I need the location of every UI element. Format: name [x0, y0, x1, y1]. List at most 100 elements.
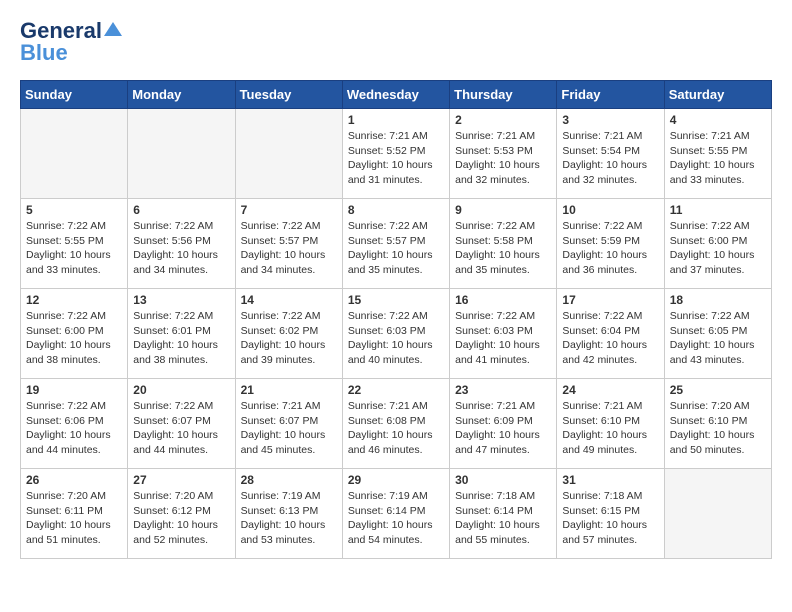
day-number: 1 — [348, 113, 444, 127]
day-info: Sunrise: 7:22 AMSunset: 5:59 PMDaylight:… — [562, 219, 658, 278]
calendar-cell: 1Sunrise: 7:21 AMSunset: 5:52 PMDaylight… — [342, 109, 449, 199]
day-number: 26 — [26, 473, 122, 487]
calendar-cell: 3 Sunrise: 7:21 AMSunset: 5:54 PMDaylight… — [557, 109, 664, 199]
day-info: Sunrise: 7:22 AMSunset: 5:56 PMDaylight:… — [133, 219, 229, 278]
day-info: Sunrise: 7:22 AMSunset: 5:57 PMDaylight:… — [241, 219, 337, 278]
day-info: Sunrise: 7:22 AMSunset: 6:00 PMDaylight:… — [26, 309, 122, 368]
day-number: 12 — [26, 293, 122, 307]
day-info: Sunrise: 7:22 AMSunset: 6:04 PMDaylight:… — [562, 309, 658, 368]
day-info: Sunrise: 7:20 AMSunset: 6:12 PMDaylight:… — [133, 489, 229, 548]
day-number: 13 — [133, 293, 229, 307]
day-number: 4 — [670, 113, 766, 127]
day-number: 16 — [455, 293, 551, 307]
header-saturday: Saturday — [664, 81, 771, 109]
calendar-table: SundayMondayTuesdayWednesdayThursdayFrid… — [20, 80, 772, 559]
day-info: Sunrise: 7:20 AMSunset: 6:10 PMDaylight:… — [670, 399, 766, 458]
day-info: Sunrise: 7:22 AMSunset: 5:58 PMDaylight:… — [455, 219, 551, 278]
day-info: Sunrise: 7:22 AMSunset: 6:02 PMDaylight:… — [241, 309, 337, 368]
day-number: 5 — [26, 203, 122, 217]
day-info: Sunrise: 7:21 AMSunset: 5:53 PMDaylight:… — [455, 129, 551, 188]
calendar-cell: 30 Sunrise: 7:18 AMSunset: 6:14 PMDayligh… — [450, 469, 557, 559]
day-info: Sunrise: 7:22 AMSunset: 5:55 PMDaylight:… — [26, 219, 122, 278]
day-number: 20 — [133, 383, 229, 397]
day-info: Sunrise: 7:18 AMSunset: 6:15 PMDaylight:… — [562, 489, 658, 548]
day-info: Sunrise: 7:21 AMSunset: 6:08 PMDaylight:… — [348, 399, 444, 458]
calendar-cell: 21 Sunrise: 7:21 AMSunset: 6:07 PMDayligh… — [235, 379, 342, 469]
day-number: 15 — [348, 293, 444, 307]
calendar-cell — [664, 469, 771, 559]
day-info: Sunrise: 7:22 AMSunset: 6:01 PMDaylight:… — [133, 309, 229, 368]
calendar-cell: 18 Sunrise: 7:22 AMSunset: 6:05 PMDayligh… — [664, 289, 771, 379]
calendar-cell — [21, 109, 128, 199]
header-tuesday: Tuesday — [235, 81, 342, 109]
header-sunday: Sunday — [21, 81, 128, 109]
calendar-cell: 28 Sunrise: 7:19 AMSunset: 6:13 PMDayligh… — [235, 469, 342, 559]
day-info: Sunrise: 7:18 AMSunset: 6:14 PMDaylight:… — [455, 489, 551, 548]
page-header: General Blue — [20, 20, 772, 64]
calendar-cell: 17 Sunrise: 7:22 AMSunset: 6:04 PMDayligh… — [557, 289, 664, 379]
week-row-3: 12 Sunrise: 7:22 AMSunset: 6:00 PMDayligh… — [21, 289, 772, 379]
logo-icon — [104, 20, 122, 38]
calendar-cell: 31Sunrise: 7:18 AMSunset: 6:15 PMDayligh… — [557, 469, 664, 559]
day-info: Sunrise: 7:22 AMSunset: 6:00 PMDaylight:… — [670, 219, 766, 278]
calendar-cell: 29 Sunrise: 7:19 AMSunset: 6:14 PMDayligh… — [342, 469, 449, 559]
calendar-cell: 15 Sunrise: 7:22 AMSunset: 6:03 PMDayligh… — [342, 289, 449, 379]
header-friday: Friday — [557, 81, 664, 109]
day-info: Sunrise: 7:22 AMSunset: 6:07 PMDaylight:… — [133, 399, 229, 458]
day-number: 24 — [562, 383, 658, 397]
calendar-cell: 2 Sunrise: 7:21 AMSunset: 5:53 PMDaylight… — [450, 109, 557, 199]
week-row-2: 5 Sunrise: 7:22 AMSunset: 5:55 PMDaylight… — [21, 199, 772, 289]
day-number: 8 — [348, 203, 444, 217]
day-number: 7 — [241, 203, 337, 217]
calendar-cell: 13 Sunrise: 7:22 AMSunset: 6:01 PMDayligh… — [128, 289, 235, 379]
day-number: 23 — [455, 383, 551, 397]
calendar-cell: 24 Sunrise: 7:21 AMSunset: 6:10 PMDayligh… — [557, 379, 664, 469]
header-monday: Monday — [128, 81, 235, 109]
day-number: 18 — [670, 293, 766, 307]
day-info: Sunrise: 7:21 AMSunset: 6:09 PMDaylight:… — [455, 399, 551, 458]
calendar-cell: 19Sunrise: 7:22 AMSunset: 6:06 PMDayligh… — [21, 379, 128, 469]
day-number: 29 — [348, 473, 444, 487]
calendar-cell: 12 Sunrise: 7:22 AMSunset: 6:00 PMDayligh… — [21, 289, 128, 379]
day-number: 6 — [133, 203, 229, 217]
day-info: Sunrise: 7:22 AMSunset: 6:03 PMDaylight:… — [348, 309, 444, 368]
day-info: Sunrise: 7:21 AMSunset: 5:55 PMDaylight:… — [670, 129, 766, 188]
calendar-cell: 9Sunrise: 7:22 AMSunset: 5:58 PMDaylight… — [450, 199, 557, 289]
calendar-cell: 10 Sunrise: 7:22 AMSunset: 5:59 PMDayligh… — [557, 199, 664, 289]
day-number: 2 — [455, 113, 551, 127]
day-number: 10 — [562, 203, 658, 217]
day-info: Sunrise: 7:22 AMSunset: 5:57 PMDaylight:… — [348, 219, 444, 278]
calendar-cell: 6 Sunrise: 7:22 AMSunset: 5:56 PMDaylight… — [128, 199, 235, 289]
week-row-5: 26 Sunrise: 7:20 AMSunset: 6:11 PMDayligh… — [21, 469, 772, 559]
calendar-header-row: SundayMondayTuesdayWednesdayThursdayFrid… — [21, 81, 772, 109]
day-number: 11 — [670, 203, 766, 217]
logo-text-blue: Blue — [20, 42, 68, 64]
day-number: 28 — [241, 473, 337, 487]
calendar-cell: 16 Sunrise: 7:22 AMSunset: 6:03 PMDayligh… — [450, 289, 557, 379]
day-info: Sunrise: 7:19 AMSunset: 6:14 PMDaylight:… — [348, 489, 444, 548]
day-number: 22 — [348, 383, 444, 397]
header-thursday: Thursday — [450, 81, 557, 109]
day-number: 25 — [670, 383, 766, 397]
day-info: Sunrise: 7:20 AMSunset: 6:11 PMDaylight:… — [26, 489, 122, 548]
week-row-1: 1Sunrise: 7:21 AMSunset: 5:52 PMDaylight… — [21, 109, 772, 199]
day-number: 21 — [241, 383, 337, 397]
header-wednesday: Wednesday — [342, 81, 449, 109]
calendar-cell: 14Sunrise: 7:22 AMSunset: 6:02 PMDayligh… — [235, 289, 342, 379]
calendar-cell: 5 Sunrise: 7:22 AMSunset: 5:55 PMDaylight… — [21, 199, 128, 289]
calendar-cell: 27 Sunrise: 7:20 AMSunset: 6:12 PMDayligh… — [128, 469, 235, 559]
day-number: 3 — [562, 113, 658, 127]
day-info: Sunrise: 7:21 AMSunset: 6:07 PMDaylight:… — [241, 399, 337, 458]
calendar-cell: 22 Sunrise: 7:21 AMSunset: 6:08 PMDayligh… — [342, 379, 449, 469]
day-info: Sunrise: 7:22 AMSunset: 6:05 PMDaylight:… — [670, 309, 766, 368]
day-number: 27 — [133, 473, 229, 487]
calendar-cell: 7 Sunrise: 7:22 AMSunset: 5:57 PMDaylight… — [235, 199, 342, 289]
calendar-cell: 4 Sunrise: 7:21 AMSunset: 5:55 PMDaylight… — [664, 109, 771, 199]
day-info: Sunrise: 7:19 AMSunset: 6:13 PMDaylight:… — [241, 489, 337, 548]
day-info: Sunrise: 7:21 AMSunset: 6:10 PMDaylight:… — [562, 399, 658, 458]
day-info: Sunrise: 7:21 AMSunset: 5:54 PMDaylight:… — [562, 129, 658, 188]
logo-text-general: General — [20, 20, 102, 42]
day-info: Sunrise: 7:22 AMSunset: 6:03 PMDaylight:… — [455, 309, 551, 368]
day-number: 30 — [455, 473, 551, 487]
day-number: 17 — [562, 293, 658, 307]
